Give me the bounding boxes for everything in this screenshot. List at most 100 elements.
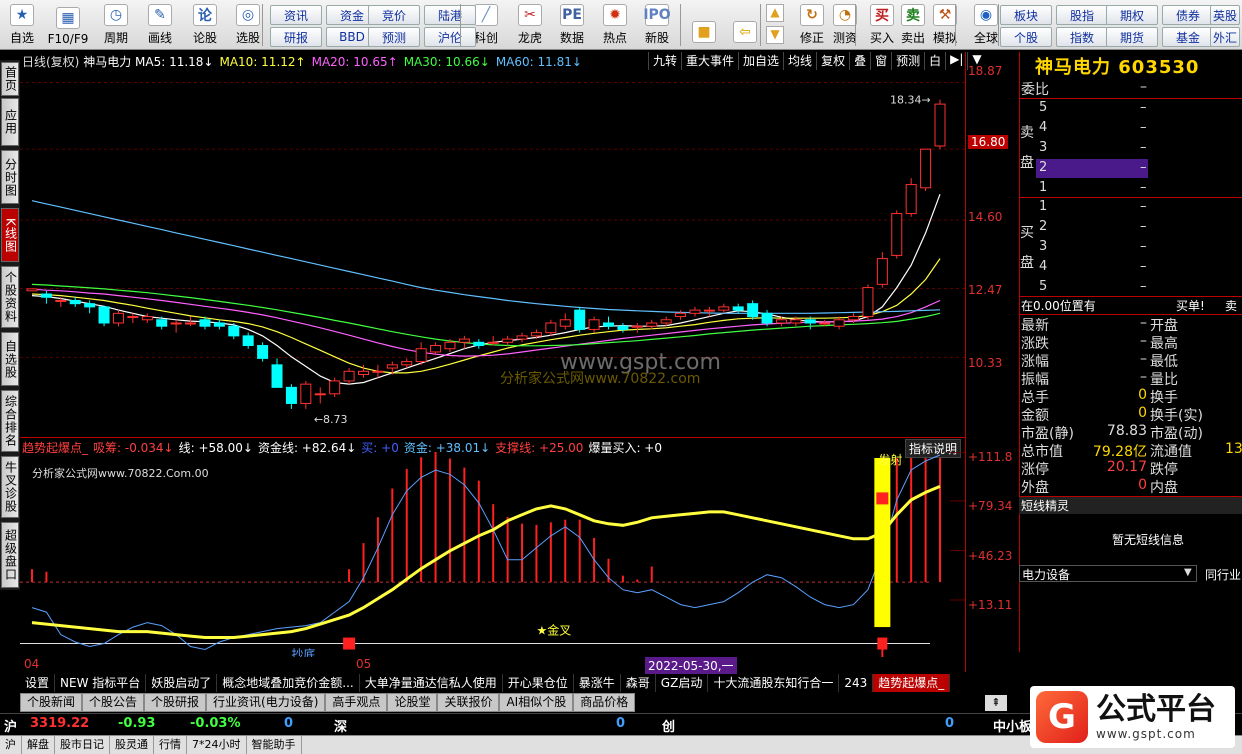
info-tab-3[interactable]: 行业资讯(电力设备) — [206, 693, 326, 712]
formula-tab-0[interactable]: 设置 — [20, 674, 56, 692]
toolbar-link-研报[interactable]: 研报 — [270, 27, 322, 47]
sell-level-3[interactable] — [1036, 139, 1148, 158]
toolbar-link-期货[interactable]: 期货 — [1106, 27, 1158, 47]
left-tab-3[interactable]: K线图 — [1, 208, 19, 262]
toolbar-button-12[interactable]: ⇦ — [725, 2, 765, 48]
info-tab-7[interactable]: AI相似个股 — [499, 693, 574, 712]
formula-tab-8[interactable]: GZ启动 — [656, 674, 709, 692]
chart-tool-0[interactable]: 九转 — [648, 52, 681, 70]
sell-level-1[interactable] — [1036, 179, 1148, 198]
industry-select[interactable]: 电力设备 — [1019, 565, 1197, 582]
info-tab-1[interactable]: 个股公告 — [82, 693, 145, 712]
formula-tab-4[interactable]: 大单净量通达信私人使用 — [360, 674, 503, 692]
expand-icon[interactable]: ⇞ — [985, 695, 1007, 711]
formula-tab-7[interactable]: 森哥 — [621, 674, 656, 692]
chart-tool-5[interactable]: 叠 — [849, 52, 870, 70]
toolbar-link-沪伦[interactable]: 沪伦 — [424, 27, 476, 47]
candle — [329, 377, 341, 398]
buy-level-4[interactable]: 4 — [1039, 259, 1047, 274]
toolbar-button-14[interactable]: ◔ 测资 — [825, 2, 865, 48]
indicator-chart[interactable]: 抄底 ★金叉 发射 — [20, 452, 965, 657]
left-tab-5[interactable]: 自选股 — [1, 332, 19, 386]
buy-level-1[interactable]: 1 — [1039, 199, 1047, 214]
chart-tool-3[interactable]: 均线 — [783, 52, 816, 70]
chart-tool-4[interactable]: 复权 — [816, 52, 849, 70]
status-link-0[interactable]: 沪 — [0, 736, 22, 754]
toolbar-link-债券[interactable]: 债券 — [1162, 5, 1214, 25]
chart-tool-7[interactable]: 预测 — [891, 52, 924, 70]
formula-tab-2[interactable]: 妖股启动了 — [146, 674, 218, 692]
nav-arrow-icon[interactable]: ▼ — [766, 26, 784, 44]
status-link-1[interactable]: 解盘 — [22, 736, 55, 754]
formula-tab-5[interactable]: 开心果仓位 — [503, 674, 574, 692]
left-tab-6[interactable]: 综合排名 — [1, 390, 19, 452]
sell-level-4[interactable] — [1036, 119, 1148, 138]
toolbar-link-预测[interactable]: 预测 — [368, 27, 420, 47]
chart-tool-2[interactable]: 加自选 — [738, 52, 783, 70]
toolbar-button-9[interactable]: ✹ 热点 — [595, 2, 635, 48]
toolbar-button-1[interactable]: ▦ F10/F9 — [48, 2, 88, 48]
sell-level-5[interactable] — [1036, 99, 1148, 118]
chart-tool-1[interactable]: 重大事件 — [681, 52, 738, 70]
buy-order-button[interactable]: 买单! — [1176, 297, 1205, 314]
formula-tab-9[interactable]: 十大流通股东知行合一 — [708, 674, 840, 692]
toolbar-button-3[interactable]: ✎ 画线 — [140, 2, 180, 48]
candlestick-chart[interactable]: 18.34→ ←8.73 — [20, 70, 965, 435]
info-tab-0[interactable]: 个股新闻 — [20, 693, 83, 712]
toolbar-link-个股[interactable]: 个股 — [1000, 27, 1052, 47]
toolbar-icon-7: ✂ — [518, 4, 542, 26]
status-link-6[interactable]: 智能助手 — [247, 736, 302, 754]
info-tab-6[interactable]: 关联报价 — [437, 693, 500, 712]
ma-line-MA20 — [31, 288, 941, 357]
toolbar-button-10[interactable]: IPO 新股 — [637, 2, 677, 48]
formula-tab-3[interactable]: 概念地域叠加竞价金额... — [217, 674, 360, 692]
left-tab-7[interactable]: 牛叉诊股 — [1, 456, 19, 518]
formula-tab-10[interactable]: 243 — [839, 674, 874, 692]
toolbar-button-8[interactable]: PE 数据 — [552, 2, 592, 48]
toolbar-button-0[interactable]: ★ 自选 — [2, 2, 42, 48]
toolbar-link-陆港[interactable]: 陆港 — [424, 5, 476, 25]
chart-tool-8[interactable]: 白 — [924, 52, 945, 70]
left-tab-4[interactable]: 个股资料 — [1, 266, 19, 328]
buy-level-3[interactable]: 3 — [1039, 239, 1047, 254]
left-tab-2[interactable]: 分时图 — [1, 150, 19, 204]
toolbar-button-2[interactable]: ◷ 周期 — [96, 2, 136, 48]
toolbar-link-板块[interactable]: 板块 — [1000, 5, 1052, 25]
toolbar-button-11[interactable]: ■ — [684, 2, 724, 48]
chart-tool-6[interactable]: 窗 — [870, 52, 891, 70]
toolbar-link-竞价[interactable]: 竞价 — [368, 5, 420, 25]
status-link-5[interactable]: 7*24小时 — [187, 736, 247, 754]
period-label[interactable]: 日线(复权) — [22, 55, 83, 69]
status-link-4[interactable]: 行情 — [154, 736, 187, 754]
left-tab-1[interactable]: 应用 — [1, 98, 19, 146]
toolbar-link-英股[interactable]: 英股 — [1210, 5, 1240, 25]
info-tab-4[interactable]: 高手观点 — [325, 693, 388, 712]
sell-order-button[interactable]: 卖 — [1225, 297, 1237, 314]
nav-arrow-icon[interactable]: ▲ — [766, 4, 784, 22]
sell-level-2[interactable] — [1036, 159, 1148, 178]
toolbar-link-资讯[interactable]: 资讯 — [270, 5, 322, 25]
info-tab-8[interactable]: 商品价格 — [573, 693, 636, 712]
toolbar-link-指数[interactable]: 指数 — [1056, 27, 1108, 47]
toolbar-link-股指[interactable]: 股指 — [1056, 5, 1108, 25]
info-tab-5[interactable]: 论股堂 — [387, 693, 438, 712]
industry-tab[interactable]: 同行业 — [1205, 566, 1241, 583]
left-tab-0[interactable]: 首页 — [1, 62, 19, 96]
toolbar-link-基金[interactable]: 基金 — [1162, 27, 1214, 47]
buy-level-5[interactable]: 5 — [1039, 279, 1047, 294]
toolbar-button-7[interactable]: ✂ 龙虎 — [510, 2, 550, 48]
status-link-3[interactable]: 股灵通 — [110, 736, 154, 754]
info-tab-2[interactable]: 个股研报 — [144, 693, 207, 712]
industry-dropdown-icon[interactable]: ▼ — [1184, 567, 1192, 578]
toolbar-link-期权[interactable]: 期权 — [1106, 5, 1158, 25]
candle — [271, 358, 283, 388]
status-link-2[interactable]: 股市日记 — [55, 736, 110, 754]
left-tab-8[interactable]: 超级盘口 — [1, 522, 19, 588]
formula-tab-6[interactable]: 暴涨牛 — [574, 674, 621, 692]
formula-tab-1[interactable]: NEW 指标平台 — [55, 674, 147, 692]
toolbar-link-外汇[interactable]: 外汇 — [1210, 27, 1240, 47]
buy-level-2[interactable]: 2 — [1039, 219, 1047, 234]
formula-tab-11[interactable]: 趋势起爆点_ — [873, 674, 951, 692]
toolbar-button-17[interactable]: ⚒ 模拟 — [925, 2, 965, 48]
toolbar-button-4[interactable]: 论论股 — [185, 2, 225, 48]
